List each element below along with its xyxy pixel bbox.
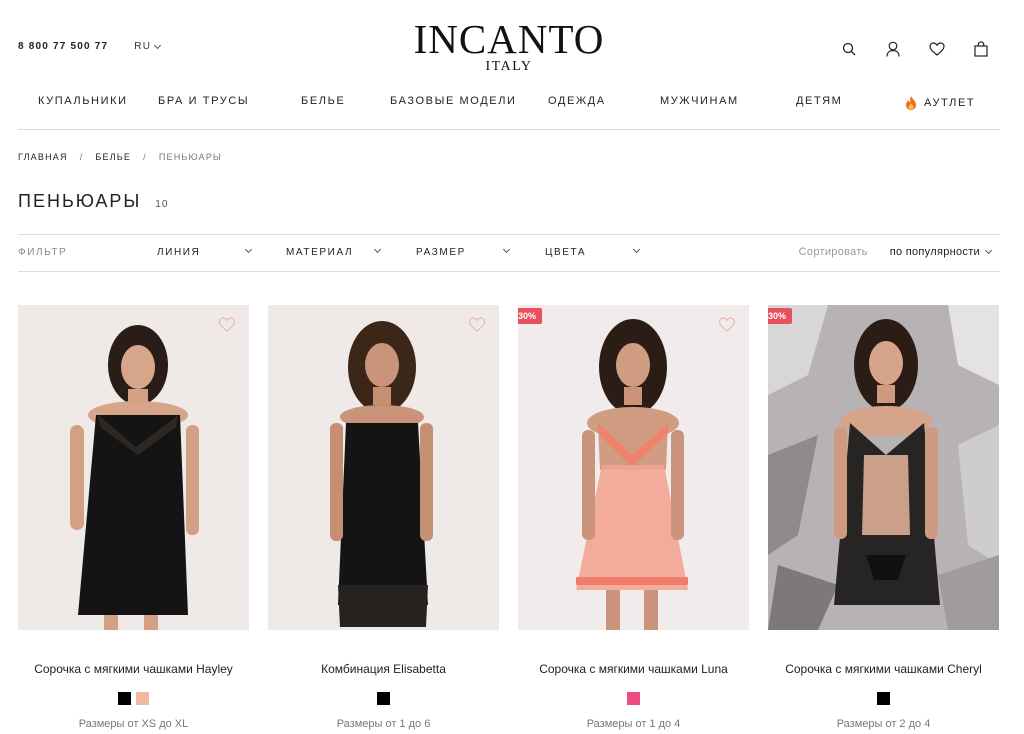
filter-bar: ФИЛЬТР ЛИНИЯ МАТЕРИАЛ РАЗМЕР ЦВЕТА Сорти…	[18, 245, 1000, 260]
filter-colors-dropdown[interactable]: ЦВЕТА	[545, 245, 641, 258]
filter-line-dropdown[interactable]: ЛИНИЯ	[157, 245, 253, 258]
product-name[interactable]: Комбинация Elisabetta	[268, 662, 499, 678]
sort-control: Сортировать по популярности	[798, 246, 993, 258]
product-sizes: Размеры от 1 до 6	[336, 718, 431, 730]
breadcrumb-section[interactable]: БЕЛЬЕ	[95, 152, 131, 162]
nav-item-bras[interactable]: БРА И ТРУСЫ	[158, 95, 249, 107]
filter-line-label: ЛИНИЯ	[157, 247, 201, 258]
user-icon[interactable]	[882, 38, 904, 60]
product-name[interactable]: Сорочка с мягкими чашками Cheryl	[768, 662, 999, 678]
product-count: 10	[155, 199, 169, 210]
wishlist-heart-icon[interactable]	[218, 317, 236, 337]
product-name[interactable]: Сорочка с мягкими чашками Luna	[518, 662, 749, 678]
nav-item-men[interactable]: МУЖЧИНАМ	[660, 95, 739, 107]
product-image[interactable]: 30%	[768, 305, 999, 630]
page-heading: ПЕНЬЮАРЫ 10	[18, 191, 168, 212]
product-sizes: Размеры от XS до XL	[78, 718, 189, 730]
product-card[interactable]: Сорочка с мягкими чашками Hayley Размеры…	[18, 305, 249, 730]
search-icon[interactable]	[838, 38, 860, 60]
color-swatch[interactable]	[377, 692, 390, 705]
fire-icon	[906, 96, 916, 110]
nav-item-lingerie[interactable]: БЕЛЬЕ	[301, 95, 345, 107]
product-card[interactable]: 30% Сорочка с мягкими чашками Cheryl Раз…	[768, 305, 999, 730]
nav-divider	[18, 129, 1000, 130]
filter-material-dropdown[interactable]: МАТЕРИАЛ	[286, 245, 382, 258]
color-swatches	[518, 692, 749, 706]
filter-colors-label: ЦВЕТА	[545, 247, 587, 258]
nav-item-swimwear[interactable]: КУПАЛЬНИКИ	[38, 95, 128, 107]
wishlist-heart-icon[interactable]	[718, 317, 736, 337]
wishlist-heart-icon[interactable]	[468, 317, 486, 337]
sort-label: Сортировать	[798, 246, 868, 258]
sort-dropdown[interactable]: по популярности	[889, 246, 993, 258]
product-image[interactable]: 30%	[518, 305, 749, 630]
color-swatch[interactable]	[627, 692, 640, 705]
product-grid: Сорочка с мягкими чашками Hayley Размеры…	[18, 305, 1000, 730]
breadcrumb-separator: /	[79, 152, 84, 162]
sort-value: по популярности	[889, 246, 980, 258]
bag-icon[interactable]	[970, 38, 992, 60]
header-icons	[838, 38, 992, 60]
filter-divider-bottom	[18, 271, 1000, 272]
filter-divider-top	[18, 234, 1000, 235]
filter-size-label: РАЗМЕР	[416, 247, 466, 258]
main-nav: КУПАЛЬНИКИ БРА И ТРУСЫ БЕЛЬЕ БАЗОВЫЕ МОД…	[18, 95, 1000, 111]
product-image[interactable]	[18, 305, 249, 630]
color-swatches	[18, 692, 249, 706]
discount-badge: 30%	[518, 308, 543, 324]
filter-size-dropdown[interactable]: РАЗМЕР	[416, 245, 512, 258]
breadcrumb: ГЛАВНАЯ / БЕЛЬЕ / ПЕНЬЮАРЫ	[18, 152, 222, 162]
color-swatch[interactable]	[118, 692, 131, 705]
nav-item-basics[interactable]: БАЗОВЫЕ МОДЕЛИ	[390, 95, 517, 107]
chevron-down-icon	[502, 245, 511, 254]
breadcrumb-current: ПЕНЬЮАРЫ	[158, 152, 223, 162]
discount-badge: 30%	[768, 308, 793, 324]
heart-icon[interactable]	[926, 38, 948, 60]
chevron-down-icon	[984, 246, 993, 255]
chevron-down-icon	[373, 245, 382, 254]
breadcrumb-home[interactable]: ГЛАВНАЯ	[18, 152, 68, 162]
color-swatches	[268, 692, 499, 706]
product-sizes: Размеры от 2 до 4	[836, 718, 931, 730]
page-title: ПЕНЬЮАРЫ	[18, 191, 142, 211]
filter-label: ФИЛЬТР	[18, 247, 68, 258]
color-swatches	[768, 692, 999, 706]
product-image[interactable]	[268, 305, 499, 630]
color-swatch[interactable]	[136, 692, 149, 705]
chevron-down-icon	[632, 245, 641, 254]
logo-sub: ITALY	[485, 59, 533, 74]
filter-material-label: МАТЕРИАЛ	[286, 247, 354, 258]
product-sizes: Размеры от 1 до 4	[586, 718, 681, 730]
nav-outlet-label: АУТЛЕТ	[924, 97, 976, 109]
nav-item-outlet[interactable]: АУТЛЕТ	[904, 95, 975, 111]
product-card[interactable]: Комбинация Elisabetta Размеры от 1 до 6	[268, 305, 499, 730]
color-swatch[interactable]	[877, 692, 890, 705]
nav-item-clothing[interactable]: ОДЕЖДА	[548, 95, 606, 107]
nav-item-kids[interactable]: ДЕТЯМ	[796, 95, 842, 107]
breadcrumb-separator: /	[143, 152, 147, 162]
product-card[interactable]: 30% Сорочка с мягкими чашками Luna Разме…	[518, 305, 749, 730]
chevron-down-icon	[244, 245, 253, 254]
product-name[interactable]: Сорочка с мягкими чашками Hayley	[18, 662, 249, 678]
